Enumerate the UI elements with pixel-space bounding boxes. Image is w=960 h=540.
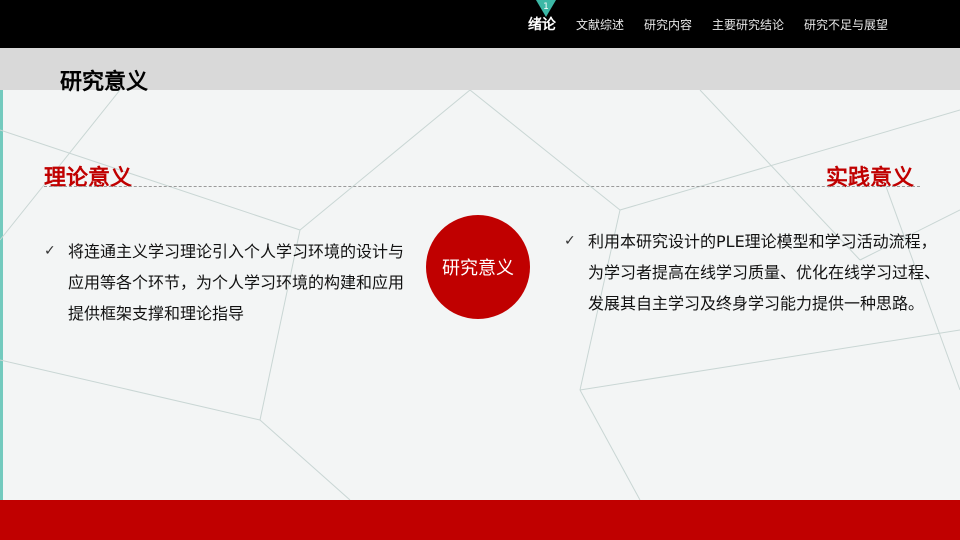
theoretical-significance-text: 将连通主义学习理论引入个人学习环境的设计与应用等各个环节，为个人学习环境的构建和… (68, 242, 405, 323)
center-circle-label: 研究意义 (442, 258, 514, 279)
nav-item-research-content[interactable]: 研究内容 (644, 16, 692, 33)
top-navigation-bar: 绪论 文献综述 研究内容 主要研究结论 研究不足与展望 (0, 0, 960, 48)
practical-significance-text: 利用本研究设计的PLE理论模型和学习活动流程，为学习者提高在线学习质量、优化在线… (588, 232, 941, 313)
section-nav: 绪论 文献综述 研究内容 主要研究结论 研究不足与展望 (518, 0, 898, 48)
nav-item-literature-review[interactable]: 文献综述 (576, 16, 624, 33)
practical-significance-item: ✓ 利用本研究设计的PLE理论模型和学习活动流程，为学习者提高在线学习质量、优化… (564, 226, 944, 319)
active-section-number: 1 (543, 2, 549, 12)
divider-left (44, 186, 496, 187)
nav-item-introduction[interactable]: 绪论 (528, 14, 556, 34)
divider-right (496, 186, 920, 187)
check-icon: ✓ (564, 233, 576, 249)
theoretical-significance-item: ✓ 将连通主义学习理论引入个人学习环境的设计与应用等各个环节，为个人学习环境的构… (44, 236, 414, 329)
check-icon: ✓ (44, 243, 56, 259)
theoretical-significance-heading: 理论意义 (44, 166, 133, 191)
nav-item-main-conclusions[interactable]: 主要研究结论 (712, 16, 784, 33)
bottom-bar (0, 500, 960, 540)
center-circle: 研究意义 (426, 215, 530, 319)
practical-significance-heading: 实践意义 (826, 166, 915, 191)
nav-item-limitations-outlook[interactable]: 研究不足与展望 (804, 16, 888, 33)
